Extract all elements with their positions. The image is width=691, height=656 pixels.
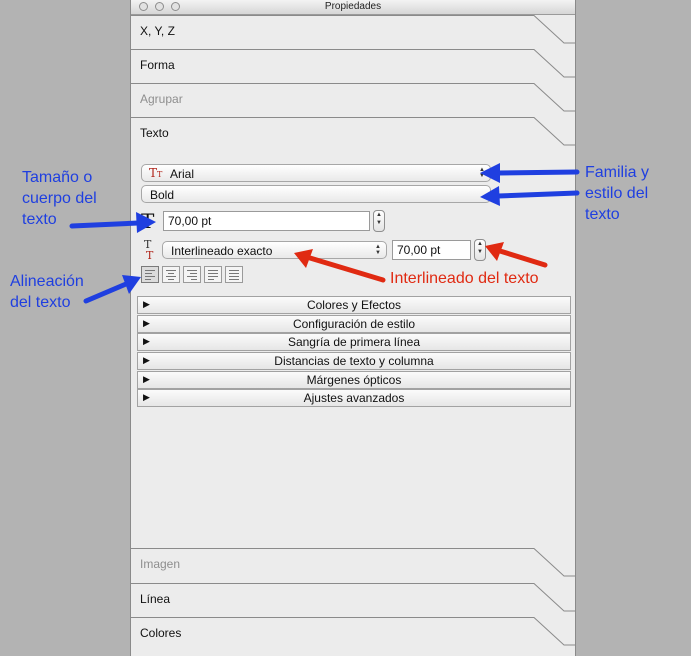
arrow-font-style: [495, 190, 580, 199]
arrow-font-family-head: [480, 163, 500, 183]
arrow-font-size-head: [136, 212, 156, 233]
arrow-font-size: [69, 220, 141, 229]
arrow-font-family: [495, 169, 580, 176]
annotation-arrows: [69, 163, 580, 304]
arrow-leading-value: [497, 248, 548, 268]
arrow-leading-mode: [307, 255, 386, 283]
arrow-font-style-head: [480, 186, 500, 206]
arrow-alignment: [83, 281, 129, 304]
